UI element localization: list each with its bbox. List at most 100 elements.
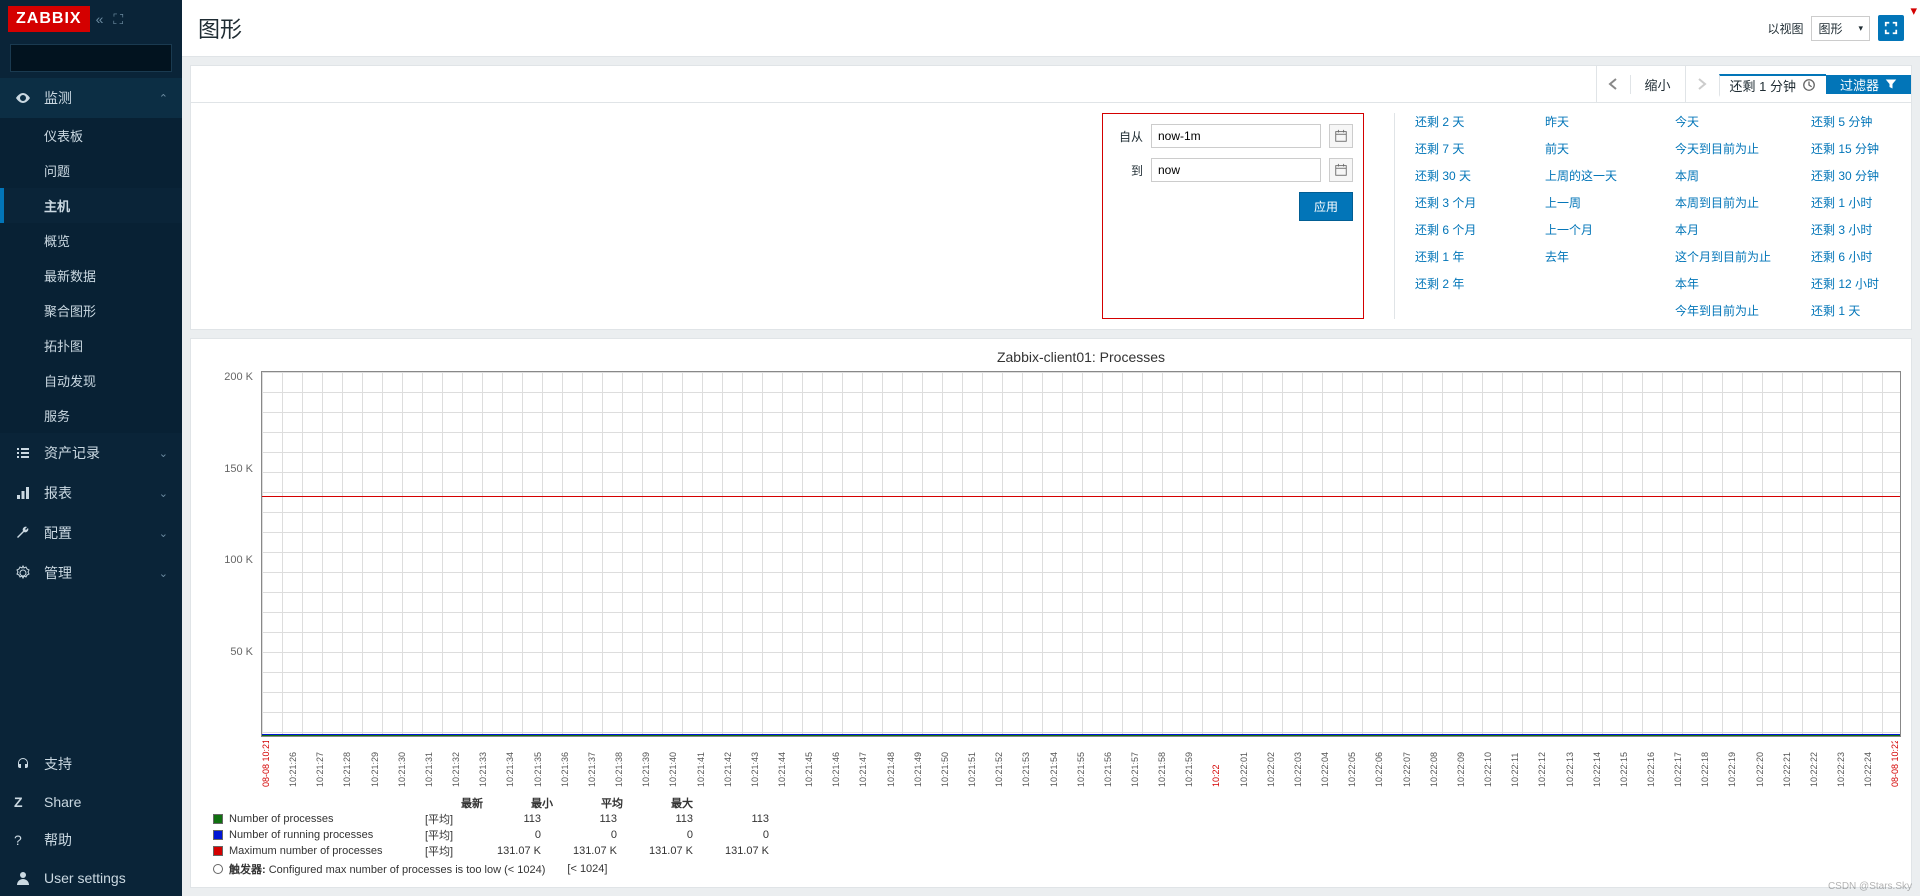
- chevron-down-icon: ⌄: [159, 527, 168, 540]
- plot-area[interactable]: [261, 371, 1901, 737]
- sidebar-item-maps[interactable]: 拓扑图: [0, 328, 182, 363]
- max-processes-line: [262, 496, 1900, 497]
- running-line: [262, 735, 1900, 736]
- preset-link[interactable]: 上周的这一天: [1545, 167, 1635, 184]
- nav-share[interactable]: Z Share: [0, 784, 182, 820]
- preset-link[interactable]: 本年: [1675, 275, 1771, 292]
- sidebar-item-services[interactable]: 服务: [0, 398, 182, 433]
- nav-user[interactable]: User settings: [0, 860, 182, 896]
- from-label: 自从: [1113, 128, 1143, 145]
- sidebar-item-overview[interactable]: 概览: [0, 223, 182, 258]
- preset-link[interactable]: 本周到目前为止: [1675, 194, 1771, 211]
- preset-link[interactable]: 前天: [1545, 140, 1635, 157]
- preset-link[interactable]: 今天到目前为止: [1675, 140, 1771, 157]
- preset-link[interactable]: 今天: [1675, 113, 1771, 130]
- warning-icon: ▾: [1910, 3, 1917, 19]
- preset-link[interactable]: 去年: [1545, 248, 1635, 265]
- user-icon: [14, 870, 32, 886]
- bar-chart-icon: [14, 485, 32, 501]
- filter-bar: 缩小 还剩 1 分钟 过滤器: [190, 65, 1912, 103]
- nav-admin[interactable]: 管理 ⌄: [0, 553, 182, 593]
- time-next-button[interactable]: [1685, 66, 1719, 102]
- fullscreen-button[interactable]: [1878, 15, 1904, 41]
- apply-button[interactable]: 应用: [1299, 192, 1353, 221]
- nav-monitoring-subitems: 仪表板 问题 主机 概览 最新数据 聚合图形 拓扑图 自动发现 服务: [0, 118, 182, 433]
- chevron-down-icon: ⌄: [159, 447, 168, 460]
- search-input[interactable]: [17, 51, 172, 65]
- preset-link[interactable]: 还剩 6 小时: [1811, 248, 1901, 265]
- preset-link[interactable]: 昨天: [1545, 113, 1635, 130]
- preset-link[interactable]: 上一个月: [1545, 221, 1635, 238]
- nav-inventory[interactable]: 资产记录 ⌄: [0, 433, 182, 473]
- legend-row: Maximum number of processes[平均]131.07 K1…: [213, 843, 1901, 859]
- to-calendar-button[interactable]: [1329, 158, 1353, 182]
- calendar-icon: [1334, 129, 1348, 143]
- from-calendar-button[interactable]: [1329, 124, 1353, 148]
- nav-help[interactable]: ? 帮助: [0, 820, 182, 860]
- clock-icon: [1802, 78, 1816, 92]
- page-title: 图形: [198, 12, 1767, 44]
- chevron-up-icon: ⌃: [159, 92, 168, 105]
- preset-link[interactable]: 还剩 1 天: [1811, 302, 1901, 319]
- calendar-icon: [1334, 163, 1348, 177]
- preset-link[interactable]: 还剩 1 小时: [1811, 194, 1901, 211]
- preset-link[interactable]: 还剩 30 分钟: [1811, 167, 1901, 184]
- preset-link[interactable]: 还剩 2 年: [1415, 275, 1505, 292]
- sidebar-item-hosts[interactable]: 主机: [0, 188, 182, 223]
- nav-reports[interactable]: 报表 ⌄: [0, 473, 182, 513]
- preset-link[interactable]: 上一周: [1545, 194, 1635, 211]
- eye-icon: [14, 90, 32, 106]
- preset-link[interactable]: 还剩 7 天: [1415, 140, 1505, 157]
- preset-link[interactable]: 还剩 3 小时: [1811, 221, 1901, 238]
- preset-link[interactable]: 还剩 6 个月: [1415, 221, 1505, 238]
- filter-button[interactable]: 过滤器: [1826, 75, 1911, 94]
- time-prev-button[interactable]: [1596, 66, 1630, 102]
- to-input[interactable]: [1151, 158, 1321, 182]
- legend-row: Number of running processes[平均]0000: [213, 827, 1901, 843]
- gear-icon: [14, 565, 32, 581]
- nav-support[interactable]: 支持: [0, 744, 182, 784]
- chart-title: Zabbix-client01: Processes: [261, 349, 1901, 365]
- view-as-label: 以视图: [1767, 20, 1803, 37]
- to-label: 到: [1113, 162, 1143, 179]
- chevron-down-icon: ⌄: [159, 567, 168, 580]
- preset-link[interactable]: 还剩 12 小时: [1811, 275, 1901, 292]
- sidebar-item-discovery[interactable]: 自动发现: [0, 363, 182, 398]
- nav-monitoring[interactable]: 监测 ⌃: [0, 78, 182, 118]
- watermark: CSDN @Stars.Sky: [1828, 881, 1912, 892]
- wrench-icon: [14, 525, 32, 541]
- zoom-out-button[interactable]: 缩小: [1630, 75, 1685, 94]
- preset-link[interactable]: 还剩 5 分钟: [1811, 113, 1901, 130]
- preset-link[interactable]: 还剩 3 个月: [1415, 194, 1505, 211]
- preset-link[interactable]: 本周: [1675, 167, 1771, 184]
- view-select[interactable]: 图形 ▾: [1811, 16, 1870, 41]
- nav-config[interactable]: 配置 ⌄: [0, 513, 182, 553]
- preset-link[interactable]: 还剩 30 天: [1415, 167, 1505, 184]
- x-axis: 08-08 10:2110:21:2610:21:2710:21:2810:21…: [261, 741, 1901, 787]
- collapse-sidebar-icon[interactable]: «: [96, 11, 104, 27]
- trigger-row: 触发器: Configured max number of processes …: [213, 861, 1901, 877]
- sidebar-item-dashboard[interactable]: 仪表板: [0, 118, 182, 153]
- from-input[interactable]: [1151, 124, 1321, 148]
- sidebar-item-latest[interactable]: 最新数据: [0, 258, 182, 293]
- header: 图形 以视图 图形 ▾: [182, 0, 1920, 57]
- chevron-down-icon: ▾: [1858, 23, 1863, 34]
- time-form: 自从 到 应用: [1102, 113, 1364, 319]
- list-icon: [14, 445, 32, 461]
- preset-link[interactable]: 还剩 15 分钟: [1811, 140, 1901, 157]
- preset-link[interactable]: 这个月到目前为止: [1675, 248, 1771, 265]
- sidebar-item-screens[interactable]: 聚合图形: [0, 293, 182, 328]
- time-range-tab[interactable]: 还剩 1 分钟: [1719, 74, 1826, 97]
- sidebar: ZABBIX « ⛶ 监测 ⌃ 仪表板 问题 主机 概览 最新数据 聚合图形 拓…: [0, 0, 182, 896]
- chevron-down-icon: ⌄: [159, 487, 168, 500]
- help-icon: ?: [14, 832, 32, 848]
- sidebar-item-problems[interactable]: 问题: [0, 153, 182, 188]
- chart-panel: Zabbix-client01: Processes 200 K150 K100…: [190, 338, 1912, 888]
- preset-link[interactable]: 还剩 1 年: [1415, 248, 1505, 265]
- preset-link[interactable]: 今年到目前为止: [1675, 302, 1771, 319]
- logo-row: ZABBIX « ⛶: [0, 0, 182, 38]
- preset-link[interactable]: 还剩 2 天: [1415, 113, 1505, 130]
- kiosk-icon[interactable]: ⛶: [113, 11, 123, 28]
- z-icon: Z: [14, 794, 32, 810]
- preset-link[interactable]: 本月: [1675, 221, 1771, 238]
